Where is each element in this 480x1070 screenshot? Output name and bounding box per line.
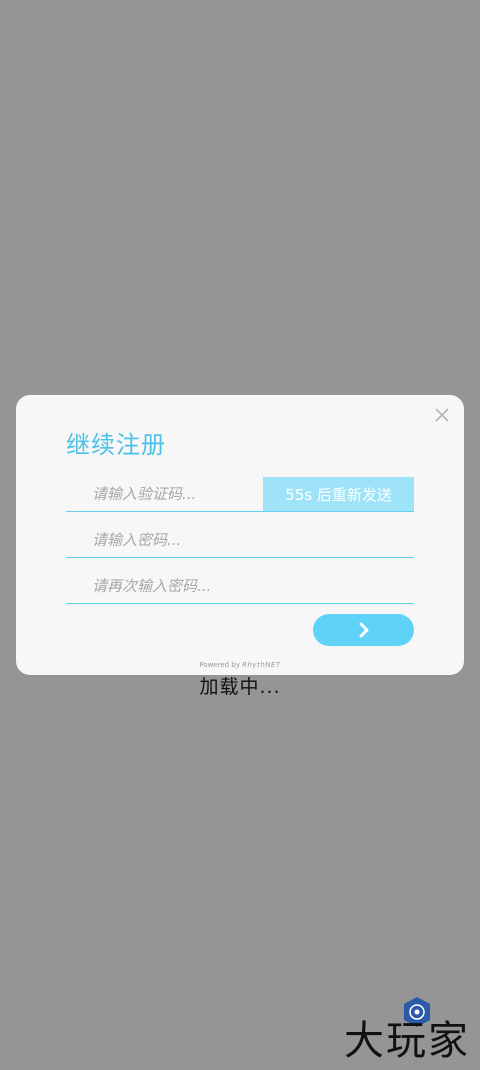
verification-code-row: 55s 后重新发送 — [66, 477, 414, 512]
watermark: 大玩家 — [332, 996, 474, 1066]
chevron-right-icon — [359, 622, 368, 638]
watermark-text: 大玩家 — [344, 1018, 470, 1064]
powered-by: Powered by RhythNET — [16, 661, 464, 669]
password-row — [66, 523, 414, 558]
resend-code-button[interactable]: 55s 后重新发送 — [263, 477, 414, 511]
powered-by-brand: RhythNET — [242, 661, 281, 669]
submit-button[interactable] — [313, 614, 414, 646]
verification-code-input[interactable] — [66, 477, 263, 511]
password-input[interactable] — [66, 523, 414, 557]
confirm-password-row — [66, 569, 414, 604]
close-icon[interactable] — [434, 407, 450, 423]
dialog-title: 继续注册 — [66, 431, 166, 459]
loading-text: 加载中... — [199, 676, 281, 698]
confirm-password-input[interactable] — [66, 569, 414, 603]
powered-by-prefix: Powered by — [199, 661, 240, 669]
register-dialog: 继续注册 55s 后重新发送 Powered by RhythNET — [16, 395, 464, 675]
